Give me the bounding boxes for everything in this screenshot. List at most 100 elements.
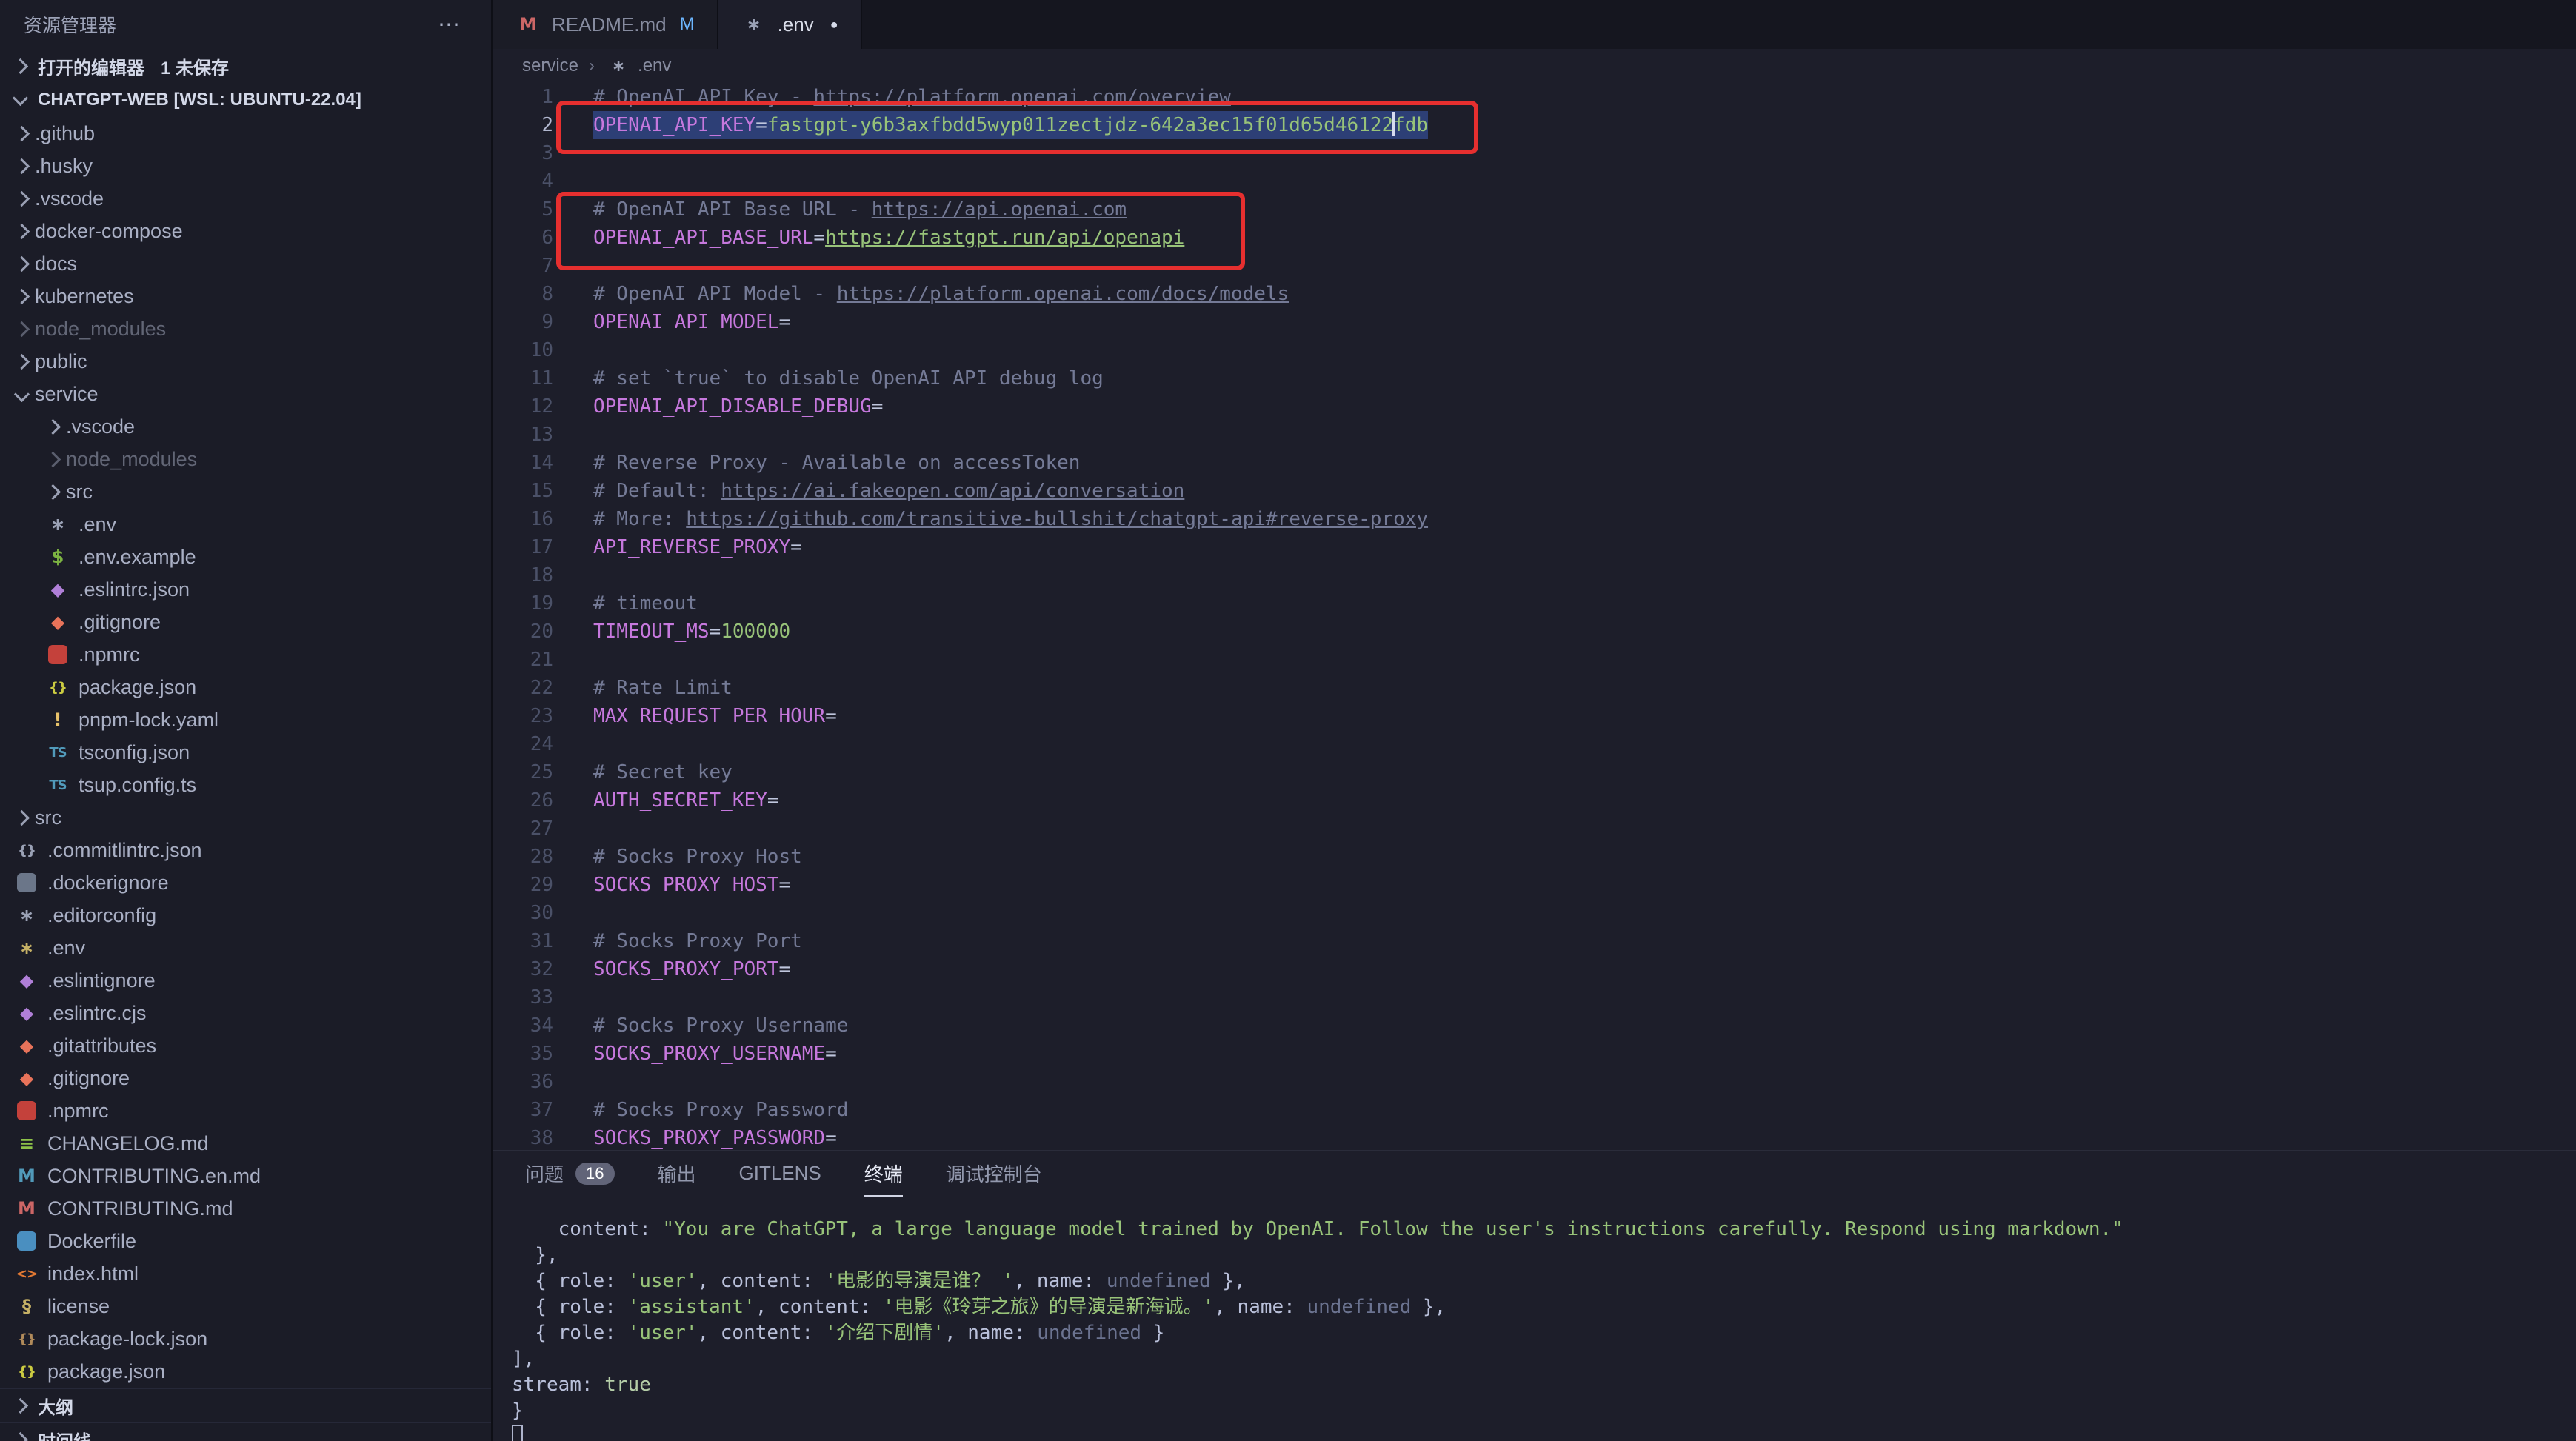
tree-file-Dockerfile[interactable]: Dockerfile <box>0 1225 491 1257</box>
tree-file-.gitignore[interactable]: ◆.gitignore <box>0 606 491 638</box>
line-number[interactable]: 9 <box>493 308 567 336</box>
code-line-24[interactable]: 24 <box>493 730 2576 758</box>
line-number[interactable]: 15 <box>493 477 567 505</box>
tree-file-pnpm-lock.yaml[interactable]: !pnpm-lock.yaml <box>0 703 491 736</box>
tree-file-.editorconfig[interactable]: ∗.editorconfig <box>0 899 491 932</box>
dirty-indicator-icon[interactable]: ● <box>830 17 838 33</box>
tree-folder-node_modules[interactable]: node_modules <box>0 443 491 475</box>
line-number[interactable]: 10 <box>493 336 567 364</box>
code-line-3[interactable]: 3 <box>493 139 2576 167</box>
line-number[interactable]: 33 <box>493 983 567 1012</box>
tree-file-license[interactable]: §license <box>0 1290 491 1323</box>
code-line-32[interactable]: 32SOCKS_PROXY_PORT= <box>493 955 2576 983</box>
line-number[interactable]: 13 <box>493 421 567 449</box>
code-line-15[interactable]: 15# Default: https://ai.fakeopen.com/api… <box>493 477 2576 505</box>
line-number[interactable]: 36 <box>493 1068 567 1096</box>
outline-section[interactable]: 大纲 <box>0 1388 491 1422</box>
code-line-7[interactable]: 7 <box>493 252 2576 280</box>
code-line-26[interactable]: 26AUTH_SECRET_KEY= <box>493 786 2576 815</box>
code-line-34[interactable]: 34# Socks Proxy Username <box>493 1012 2576 1040</box>
line-number[interactable]: 26 <box>493 786 567 815</box>
tree-file-.npmrc[interactable]: .npmrc <box>0 1094 491 1127</box>
panel-tab-GITLENS[interactable]: GITLENS <box>739 1151 821 1197</box>
tree-file-index.html[interactable]: <>index.html <box>0 1257 491 1290</box>
code-line-30[interactable]: 30 <box>493 899 2576 927</box>
code-line-38[interactable]: 38SOCKS_PROXY_PASSWORD= <box>493 1124 2576 1150</box>
open-editors-section[interactable]: 打开的编辑器 1 未保存 <box>0 49 491 83</box>
line-number[interactable]: 35 <box>493 1040 567 1068</box>
tree-file-.eslintrc.cjs[interactable]: ◆.eslintrc.cjs <box>0 997 491 1029</box>
line-number[interactable]: 11 <box>493 364 567 392</box>
project-section-header[interactable]: CHATGPT-WEB [WSL: UBUNTU-22.04] <box>0 83 491 117</box>
code-line-2[interactable]: 2OPENAI_API_KEY=fastgpt-y6b3axfbdd5wyp01… <box>493 111 2576 139</box>
line-number[interactable]: 4 <box>493 167 567 195</box>
code-line-25[interactable]: 25# Secret key <box>493 758 2576 786</box>
code-line-35[interactable]: 35SOCKS_PROXY_USERNAME= <box>493 1040 2576 1068</box>
line-number[interactable]: 21 <box>493 646 567 674</box>
code-line-33[interactable]: 33 <box>493 983 2576 1012</box>
code-line-28[interactable]: 28# Socks Proxy Host <box>493 843 2576 871</box>
panel-tab-终端[interactable]: 终端 <box>864 1151 903 1197</box>
line-number[interactable]: 6 <box>493 224 567 252</box>
more-actions-icon[interactable]: ⋯ <box>438 12 461 38</box>
line-number[interactable]: 17 <box>493 533 567 561</box>
tree-folder-.husky[interactable]: .husky <box>0 150 491 182</box>
line-number[interactable]: 38 <box>493 1124 567 1150</box>
code-line-31[interactable]: 31# Socks Proxy Port <box>493 927 2576 955</box>
code-line-19[interactable]: 19# timeout <box>493 589 2576 618</box>
code-line-9[interactable]: 9OPENAI_API_MODEL= <box>493 308 2576 336</box>
line-number[interactable]: 5 <box>493 195 567 224</box>
tree-file-.gitattributes[interactable]: ◆.gitattributes <box>0 1029 491 1062</box>
code-line-11[interactable]: 11# set `true` to disable OpenAI API deb… <box>493 364 2576 392</box>
tree-file-CHANGELOG.md[interactable]: ≡CHANGELOG.md <box>0 1127 491 1160</box>
code-line-13[interactable]: 13 <box>493 421 2576 449</box>
code-line-23[interactable]: 23MAX_REQUEST_PER_HOUR= <box>493 702 2576 730</box>
tree-folder-.vscode[interactable]: .vscode <box>0 182 491 215</box>
tree-file-package.json[interactable]: {}package.json <box>0 671 491 703</box>
code-line-17[interactable]: 17API_REVERSE_PROXY= <box>493 533 2576 561</box>
line-number[interactable]: 34 <box>493 1012 567 1040</box>
tree-file-.gitignore[interactable]: ◆.gitignore <box>0 1062 491 1094</box>
code-line-29[interactable]: 29SOCKS_PROXY_HOST= <box>493 871 2576 899</box>
code-line-21[interactable]: 21 <box>493 646 2576 674</box>
tree-file-CONTRIBUTING.md[interactable]: MCONTRIBUTING.md <box>0 1192 491 1225</box>
tree-file-.env[interactable]: ∗.env <box>0 508 491 541</box>
code-line-14[interactable]: 14# Reverse Proxy - Available on accessT… <box>493 449 2576 477</box>
tree-file-.eslintignore[interactable]: ◆.eslintignore <box>0 964 491 997</box>
tree-folder-.github[interactable]: .github <box>0 117 491 150</box>
panel-tab-问题[interactable]: 问题16 <box>525 1151 615 1197</box>
tree-file-.env.example[interactable]: $.env.example <box>0 541 491 573</box>
timeline-section[interactable]: 时间线 <box>0 1422 491 1441</box>
tree-file-tsup.config.ts[interactable]: TStsup.config.ts <box>0 769 491 801</box>
tree-file-.eslintrc.json[interactable]: ◆.eslintrc.json <box>0 573 491 606</box>
tab-README.md[interactable]: MREADME.mdM <box>493 0 718 49</box>
tree-file-.commitlintrc.json[interactable]: {}.commitlintrc.json <box>0 834 491 866</box>
terminal-output[interactable]: content: "You are ChatGPT, a large langu… <box>493 1197 2576 1441</box>
tree-folder-docs[interactable]: docs <box>0 247 491 280</box>
line-number[interactable]: 19 <box>493 589 567 618</box>
tree-folder-.vscode[interactable]: .vscode <box>0 410 491 443</box>
line-number[interactable]: 1 <box>493 83 567 111</box>
code-editor[interactable]: 1# OpenAI API Key - https://platform.ope… <box>493 83 2576 1150</box>
code-line-18[interactable]: 18 <box>493 561 2576 589</box>
tree-file-package-lock.json[interactable]: {}package-lock.json <box>0 1323 491 1355</box>
line-number[interactable]: 27 <box>493 815 567 843</box>
panel-tab-输出[interactable]: 输出 <box>658 1151 696 1197</box>
tree-folder-node_modules[interactable]: node_modules <box>0 312 491 345</box>
code-line-10[interactable]: 10 <box>493 336 2576 364</box>
line-number[interactable]: 18 <box>493 561 567 589</box>
code-line-36[interactable]: 36 <box>493 1068 2576 1096</box>
tree-folder-public[interactable]: public <box>0 345 491 378</box>
panel-tab-调试控制台[interactable]: 调试控制台 <box>946 1151 1042 1197</box>
line-number[interactable]: 31 <box>493 927 567 955</box>
tree-folder-docker-compose[interactable]: docker-compose <box>0 215 491 247</box>
tree-folder-src[interactable]: src <box>0 475 491 508</box>
code-line-6[interactable]: 6OPENAI_API_BASE_URL=https://fastgpt.run… <box>493 224 2576 252</box>
line-number[interactable]: 14 <box>493 449 567 477</box>
code-line-12[interactable]: 12OPENAI_API_DISABLE_DEBUG= <box>493 392 2576 421</box>
code-line-5[interactable]: 5# OpenAI API Base URL - https://api.ope… <box>493 195 2576 224</box>
line-number[interactable]: 7 <box>493 252 567 280</box>
breadcrumb[interactable]: service›∗.env <box>493 49 2576 83</box>
line-number[interactable]: 25 <box>493 758 567 786</box>
line-number[interactable]: 2 <box>493 111 567 139</box>
